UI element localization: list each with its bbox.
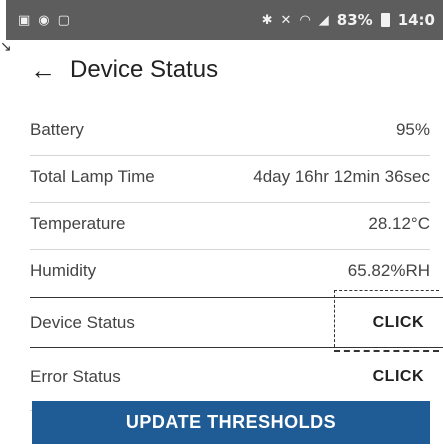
- overlay-line: [334, 350, 439, 352]
- battery-icon: [380, 13, 390, 27]
- status-bar: ▣ ◉ ▢ ✱ ✕ ◠ ◢ 83% 14:0: [6, 0, 443, 40]
- device-status-label: Device Status: [30, 313, 135, 332]
- location-icon: ◉: [38, 12, 50, 28]
- wifi-icon: ◠: [299, 12, 311, 28]
- temperature-label: Temperature: [30, 214, 126, 233]
- back-arrow-icon[interactable]: ←: [30, 57, 56, 83]
- humidity-label: Humidity: [30, 261, 97, 280]
- row-battery: Battery 95%: [30, 108, 430, 156]
- overlay-line: [334, 290, 439, 291]
- battery-percent: 83%: [336, 11, 373, 29]
- row-device-status: Device Status CLICK: [30, 301, 430, 345]
- page-title: Device Status: [70, 56, 219, 83]
- status-bar-left: ▣ ◉ ▢: [6, 14, 70, 27]
- overlay-line: [30, 297, 443, 298]
- edge-arrow-icon: ↘: [0, 38, 12, 54]
- screenshot-icon: ▢: [57, 12, 70, 28]
- lamp-time-value: 4day 16hr 12min 36sec: [253, 167, 430, 186]
- clock: 14:0: [397, 11, 435, 29]
- error-status-click-link[interactable]: CLICK: [373, 368, 424, 386]
- bluetooth-icon: ✱: [261, 12, 273, 28]
- temperature-value: 28.12°C: [368, 214, 430, 233]
- image-icon: ▣: [18, 12, 31, 28]
- row-temperature: Temperature 28.12°C: [30, 202, 430, 250]
- overlay-line: [30, 347, 443, 348]
- row-humidity: Humidity 65.82%RH: [30, 249, 430, 293]
- error-status-label: Error Status: [30, 367, 121, 386]
- mute-icon: ✕: [280, 12, 292, 28]
- lamp-time-label: Total Lamp Time: [30, 167, 155, 186]
- update-thresholds-button[interactable]: UPDATE THRESHOLDS: [32, 401, 430, 444]
- title-bar: ← Device Status: [30, 50, 218, 90]
- row-error-status: Error Status CLICK: [30, 355, 430, 411]
- status-bar-right: ✱ ✕ ◠ ◢ 83% 14:0: [262, 11, 443, 29]
- battery-value: 95%: [395, 120, 430, 139]
- row-lamp-time: Total Lamp Time 4day 16hr 12min 36sec: [30, 155, 430, 203]
- device-status-click-link[interactable]: CLICK: [373, 314, 424, 332]
- humidity-value: 65.82%RH: [347, 261, 430, 280]
- signal-icon: ◢: [318, 12, 329, 28]
- battery-label: Battery: [30, 120, 84, 139]
- overlay-line: [334, 290, 335, 347]
